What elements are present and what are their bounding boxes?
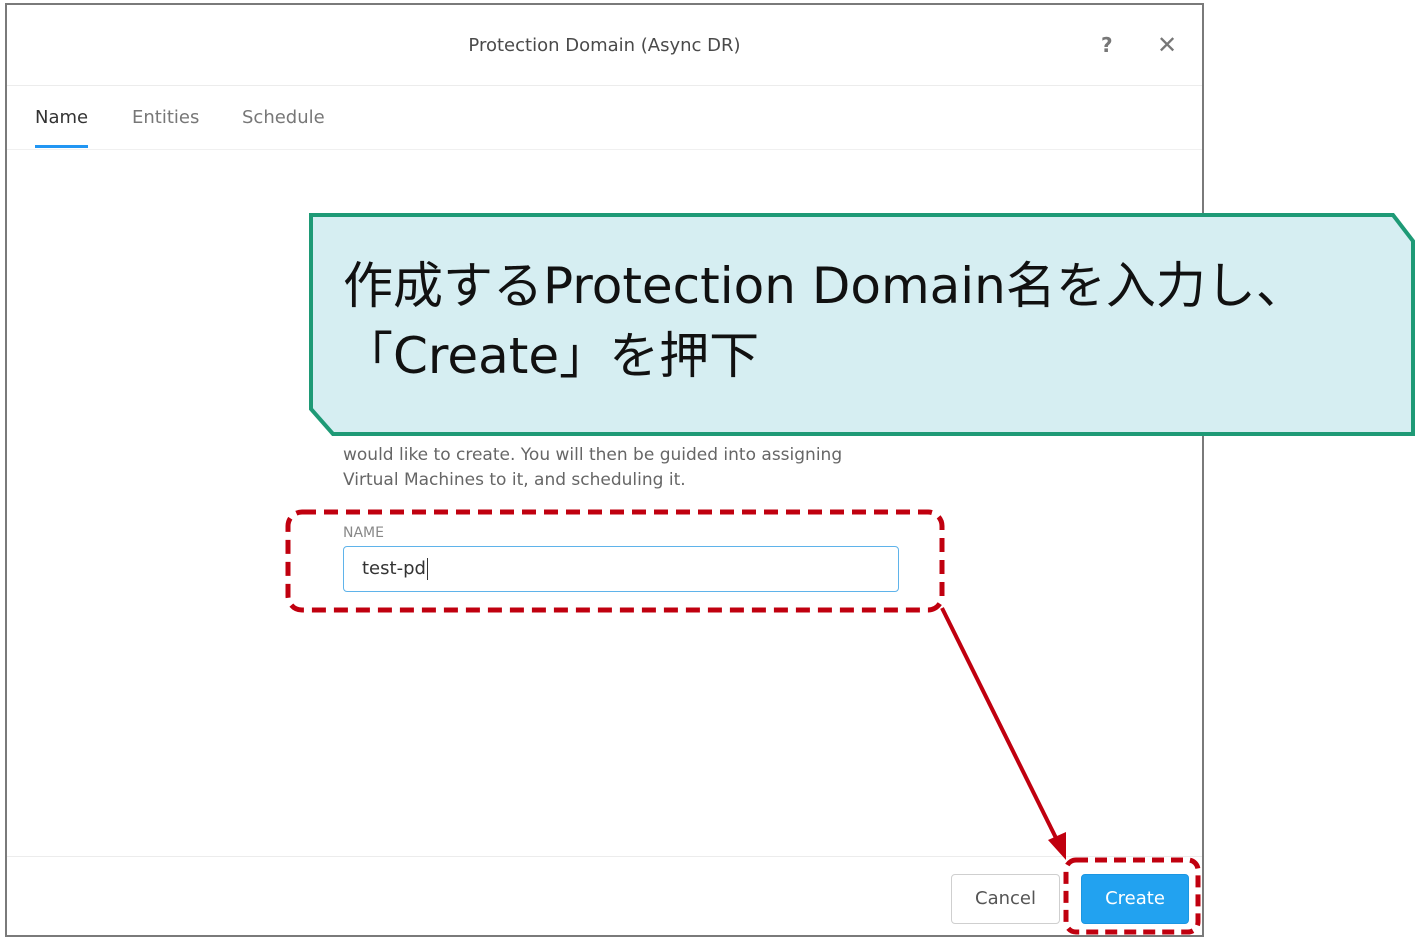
tab-entities[interactable]: Entities (132, 107, 199, 128)
callout-line-1: 作成するProtection Domain名を入力し、 (343, 257, 1306, 315)
description-text: would like to create. You will then be g… (343, 443, 903, 493)
close-icon[interactable]: ✕ (1157, 31, 1177, 59)
tab-name[interactable]: Name (35, 107, 89, 148)
name-input-value: test-pd (362, 558, 426, 579)
description-line-2: Virtual Machines to it, and scheduling i… (343, 470, 686, 490)
create-button[interactable]: Create (1081, 874, 1189, 924)
wizard-tabs: Name Entities Schedule (7, 85, 1202, 150)
instruction-callout: 作成するProtection Domain名を入力し、 「Create」を押下 (309, 213, 1415, 436)
dialog-title: Protection Domain (Async DR) (468, 35, 741, 56)
text-cursor (426, 558, 428, 580)
tab-schedule[interactable]: Schedule (242, 107, 325, 128)
cancel-button[interactable]: Cancel (951, 874, 1060, 924)
name-input[interactable]: test-pd (343, 546, 899, 592)
footer-divider (7, 856, 1202, 857)
callout-text: 作成するProtection Domain名を入力し、 「Create」を押下 (343, 251, 1403, 391)
dialog-header: Protection Domain (Async DR) ? ✕ (7, 5, 1202, 86)
help-icon[interactable]: ? (1101, 33, 1113, 57)
callout-line-2: 「Create」を押下 (343, 327, 760, 385)
description-line-1: would like to create. You will then be g… (343, 445, 843, 465)
name-field-label: NAME (343, 525, 384, 541)
protection-domain-dialog: Protection Domain (Async DR) ? ✕ Name En… (5, 3, 1204, 937)
